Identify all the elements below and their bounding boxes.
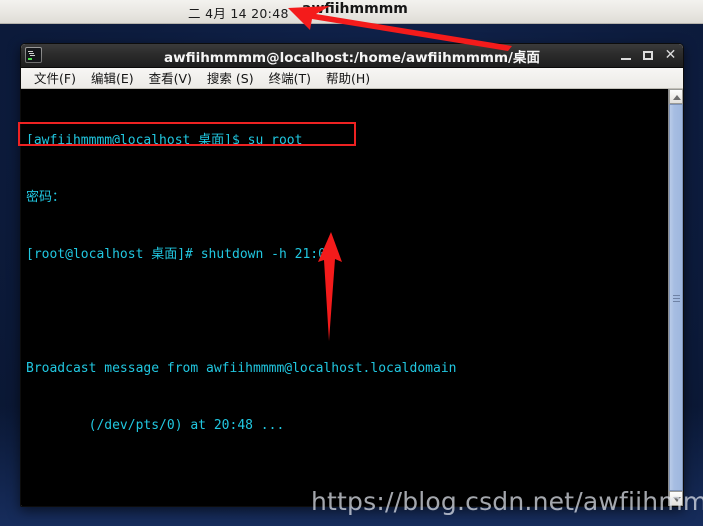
terminal-scrollbar[interactable] bbox=[668, 89, 683, 506]
terminal-line-3 bbox=[26, 302, 668, 321]
menu-item-edit[interactable]: 编辑(E) bbox=[84, 67, 142, 89]
scroll-down-arrow[interactable] bbox=[669, 491, 683, 506]
terminal-window[interactable]: awfiihmmmm@localhost:/home/awfiihmmmm/桌面… bbox=[20, 43, 684, 507]
minimize-button[interactable] bbox=[620, 49, 633, 62]
scroll-thumb-grip bbox=[673, 294, 680, 302]
screen-root: 二 4月 14 20:48 awfiihmmmm awfiihmmmm@loca… bbox=[0, 0, 703, 526]
terminal-body[interactable]: [awfiihmmmm@localhost 桌面]$ su root 密码： [… bbox=[21, 89, 683, 506]
menu-item-search[interactable]: 搜索 (S) bbox=[200, 67, 262, 89]
panel-username[interactable]: awfiihmmmm bbox=[302, 1, 408, 17]
panel-clock[interactable]: 二 4月 14 20:48 bbox=[188, 3, 289, 22]
terminal-output[interactable]: [awfiihmmmm@localhost 桌面]$ su root 密码： [… bbox=[21, 89, 668, 506]
scroll-down-arrow-icon bbox=[673, 497, 681, 502]
terminal-line-5: (/dev/pts/0) at 20:48 ... bbox=[26, 418, 285, 433]
scroll-up-arrow[interactable] bbox=[669, 89, 683, 104]
window-controls: ✕ bbox=[620, 44, 677, 67]
menu-item-help[interactable]: 帮助(H) bbox=[319, 67, 378, 89]
window-title: awfiihmmmm@localhost:/home/awfiihmmmm/桌面 bbox=[163, 50, 540, 66]
menu-bar: 文件(F) 编辑(E) 查看(V) 搜索 (S) 终端(T) 帮助(H) bbox=[21, 68, 683, 89]
terminal-line-2: [root@localhost 桌面]# shutdown -h 21:00 bbox=[26, 247, 334, 262]
close-button[interactable]: ✕ bbox=[664, 48, 677, 62]
terminal-line-6 bbox=[26, 473, 668, 492]
menu-item-view[interactable]: 查看(V) bbox=[142, 67, 200, 89]
terminal-line-0: [awfiihmmmm@localhost 桌面]$ su root bbox=[26, 133, 303, 148]
scroll-thumb[interactable] bbox=[669, 104, 683, 491]
scroll-up-arrow-icon bbox=[673, 95, 681, 100]
maximize-button[interactable] bbox=[642, 49, 655, 62]
terminal-line-1: 密码： bbox=[26, 190, 66, 205]
top-panel[interactable]: 二 4月 14 20:48 awfiihmmmm bbox=[0, 0, 703, 24]
terminal-line-4: Broadcast message from awfiihmmmm@localh… bbox=[26, 361, 457, 376]
menu-item-file[interactable]: 文件(F) bbox=[27, 67, 84, 89]
menu-item-terminal[interactable]: 终端(T) bbox=[262, 67, 319, 89]
window-titlebar[interactable]: awfiihmmmm@localhost:/home/awfiihmmmm/桌面… bbox=[21, 44, 683, 68]
